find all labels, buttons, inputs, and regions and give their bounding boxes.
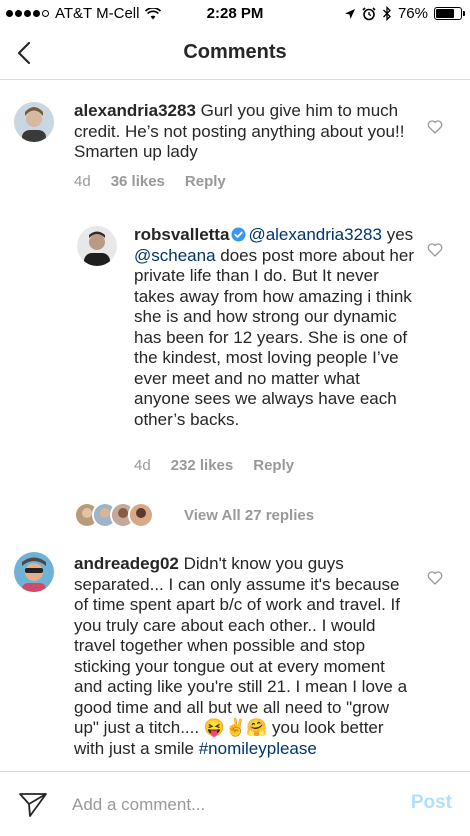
comment-meta: 4d 232 likes Reply: [134, 457, 294, 474]
location-arrow-icon: [344, 8, 355, 19]
comment-meta: 4d 36 likes Reply: [74, 173, 226, 190]
avatar-image: [14, 552, 54, 592]
comment-text: does post more about her private life th…: [134, 245, 414, 429]
reply-button[interactable]: Reply: [185, 173, 226, 190]
comment-body: robsvalletta @alexandria3283 yes @schean…: [134, 225, 414, 430]
comment-item: andreadeg02 Didn't know you guys separat…: [0, 546, 470, 771]
avatar[interactable]: [77, 226, 117, 266]
status-icons: 76%: [344, 5, 465, 22]
avatar[interactable]: [14, 102, 54, 142]
comment-item: alexandria3283 Gurl you give him to much…: [0, 81, 470, 201]
comments-list[interactable]: alexandria3283 Gurl you give him to much…: [0, 81, 470, 771]
battery-icon: [434, 7, 465, 20]
alarm-icon: [362, 6, 376, 20]
heart-icon[interactable]: [427, 571, 443, 585]
avatar-image: [77, 226, 117, 266]
avatar-image: [14, 102, 54, 142]
comment-likes[interactable]: 36 likes: [111, 173, 165, 190]
heart-icon[interactable]: [427, 120, 443, 134]
post-button[interactable]: Post: [411, 792, 452, 814]
comment-composer: Post: [0, 771, 470, 836]
comment-username[interactable]: robsvalletta: [134, 225, 229, 244]
comment-username[interactable]: andreadeg02: [74, 554, 179, 573]
view-replies-link[interactable]: View All 27 replies: [184, 507, 314, 524]
comment-input[interactable]: [72, 792, 392, 818]
verified-badge-icon: [231, 227, 246, 242]
comment-text: Didn't know you guys separated... I can …: [74, 554, 408, 758]
hashtag-link[interactable]: #nomileyplease: [199, 739, 317, 758]
comment-age: 4d: [74, 173, 91, 190]
comment-username[interactable]: alexandria3283: [74, 101, 196, 120]
view-replies-row[interactable]: View All 27 replies: [74, 501, 314, 529]
status-bar: AT&T M-Cell 2:28 PM 76%: [0, 0, 470, 28]
comment-age: 4d: [134, 457, 151, 474]
mention-link[interactable]: @scheana: [134, 246, 216, 265]
avatar[interactable]: [14, 552, 54, 592]
comment-body: alexandria3283 Gurl you give him to much…: [74, 101, 414, 163]
battery-percent: 76%: [397, 5, 428, 22]
reply-button[interactable]: Reply: [253, 457, 294, 474]
bluetooth-icon: [383, 6, 391, 21]
mention-link[interactable]: @alexandria3283: [248, 225, 382, 244]
page-title: Comments: [183, 41, 287, 63]
send-icon[interactable]: [18, 791, 48, 819]
comment-text: yes: [386, 225, 414, 244]
nav-bar: Comments: [0, 28, 470, 80]
comment-body: andreadeg02 Didn't know you guys separat…: [74, 554, 414, 759]
reply-item: robsvalletta @alexandria3283 yes @schean…: [0, 221, 470, 486]
reply-avatars: [74, 502, 154, 528]
comment-likes[interactable]: 232 likes: [171, 457, 234, 474]
heart-icon[interactable]: [427, 243, 443, 257]
avatar: [128, 502, 154, 528]
